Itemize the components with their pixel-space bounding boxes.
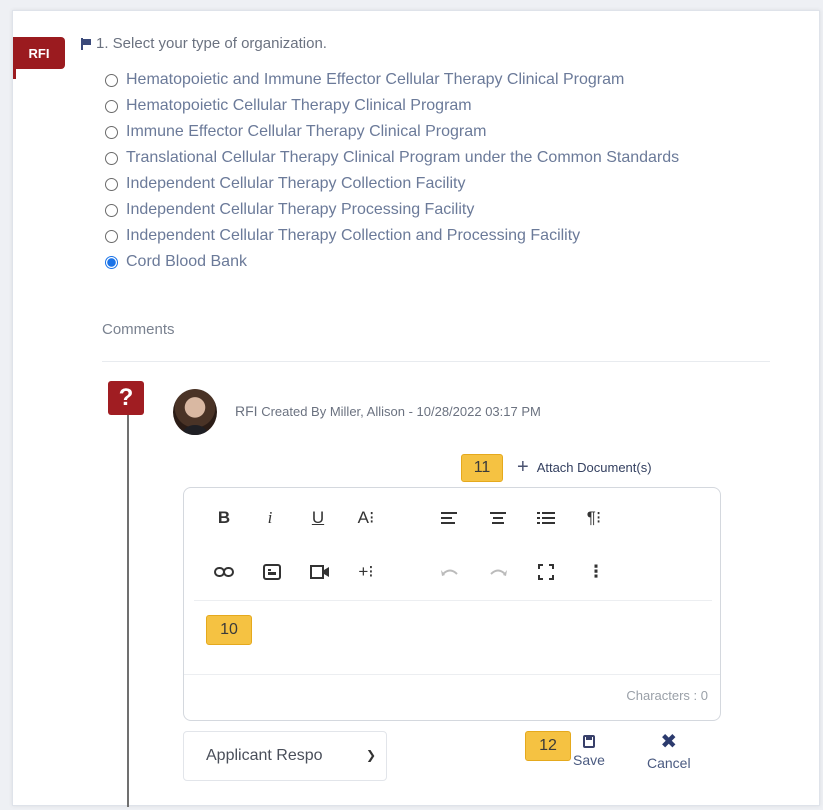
more-options-icon[interactable]: ⋮ — [584, 560, 608, 584]
option-hematopoietic-immune-effector[interactable]: Hematopoietic and Immune Effector Cellul… — [105, 67, 765, 93]
callout-11: 11 — [461, 454, 503, 482]
link-icon[interactable] — [212, 560, 236, 584]
video-icon[interactable] — [308, 560, 332, 584]
editor-footer-divider — [184, 674, 720, 675]
option-immune-effector[interactable]: Immune Effector Cellular Therapy Clinica… — [105, 119, 765, 145]
cancel-label: Cancel — [647, 755, 691, 771]
rfi-question-card: RFI 1. Select your type of organization.… — [12, 10, 820, 807]
rfi-question-badge: ? — [108, 381, 144, 415]
fullscreen-icon[interactable] — [534, 560, 558, 584]
divider — [102, 361, 770, 362]
option-collection-processing-facility[interactable]: Independent Cellular Therapy Collection … — [105, 223, 765, 249]
radio-button[interactable] — [105, 204, 118, 217]
organization-type-options: Hematopoietic and Immune Effector Cellul… — [105, 67, 765, 275]
option-cord-blood-bank[interactable]: Cord Blood Bank — [105, 249, 765, 275]
option-hematopoietic-cellular[interactable]: Hematopoietic Cellular Therapy Clinical … — [105, 93, 765, 119]
radio-button[interactable] — [105, 100, 118, 113]
flag-icon[interactable] — [81, 37, 92, 50]
radio-button[interactable] — [105, 74, 118, 87]
toolbar-divider — [194, 600, 712, 601]
close-icon: ✖ — [660, 731, 678, 753]
radio-button[interactable] — [105, 152, 118, 165]
font-size-button[interactable]: A⁝ — [354, 506, 378, 530]
radio-button[interactable] — [105, 126, 118, 139]
character-count: Characters : 0 — [626, 688, 708, 703]
thread-line — [127, 415, 129, 807]
insert-more-button[interactable]: +⁝ — [354, 560, 378, 584]
paragraph-format-button[interactable]: ¶⁝ — [582, 506, 606, 530]
cancel-button[interactable]: ✖ Cancel — [647, 731, 691, 771]
save-button[interactable]: Save — [573, 735, 605, 768]
rich-text-editor: B i U A⁝ ¶⁝ +⁝ ⋮ 10 Characters: 0 — [183, 487, 721, 721]
ordered-list-icon[interactable] — [534, 506, 558, 530]
chevron-down-icon: ❯ — [365, 748, 376, 762]
align-left-icon[interactable] — [438, 506, 462, 530]
attach-document-button[interactable]: + Attach Document(s) — [517, 457, 652, 477]
save-icon — [582, 735, 595, 748]
avatar — [173, 389, 217, 435]
redo-icon[interactable] — [486, 560, 510, 584]
attach-document-label: Attach Document(s) — [536, 459, 652, 475]
plus-icon: + — [517, 456, 529, 478]
question-text: 1. Select your type of organization. — [96, 35, 327, 52]
save-label: Save — [573, 752, 605, 768]
underline-button[interactable]: U — [306, 506, 330, 530]
callout-10: 10 — [206, 615, 252, 645]
question-heading: 1. Select your type of organization. — [81, 35, 327, 52]
radio-button[interactable] — [105, 230, 118, 243]
comments-label: Comments — [102, 321, 175, 338]
radio-button[interactable] — [105, 178, 118, 191]
option-collection-facility[interactable]: Independent Cellular Therapy Collection … — [105, 171, 765, 197]
rfi-created-info: RFI Created By Miller, Allison - 10/28/2… — [235, 403, 541, 419]
image-icon[interactable] — [260, 560, 284, 584]
bold-button[interactable]: B — [212, 506, 236, 530]
option-translational[interactable]: Translational Cellular Therapy Clinical … — [105, 145, 765, 171]
rfi-tag: RFI — [13, 37, 65, 79]
italic-button[interactable]: i — [258, 506, 282, 530]
callout-12: 12 — [525, 731, 571, 761]
response-type-value: Applicant Respo — [206, 747, 323, 764]
radio-button-selected[interactable] — [105, 256, 118, 269]
option-processing-facility[interactable]: Independent Cellular Therapy Processing … — [105, 197, 765, 223]
undo-icon[interactable] — [438, 560, 462, 584]
align-center-icon[interactable] — [486, 506, 510, 530]
rfi-prefix: RFI — [235, 403, 258, 419]
response-type-select[interactable]: Applicant Respo ❯ — [183, 731, 387, 781]
created-by-text: Created By Miller, Allison - 10/28/2022 … — [261, 404, 541, 419]
